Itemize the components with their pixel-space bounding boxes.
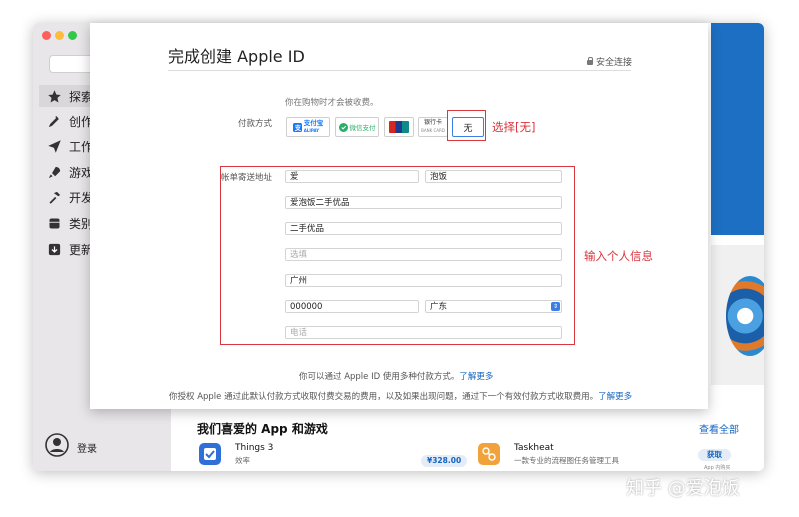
things-app-icon	[199, 443, 221, 465]
alipay-logo: 支 支付宝 ALIPAY	[292, 119, 324, 134]
app-name: Taskheat	[514, 443, 554, 453]
annotation-enter-info: 输入个人信息	[584, 249, 653, 263]
phone-field[interactable]: 电话	[285, 326, 562, 339]
login-button[interactable]: 登录	[45, 433, 97, 461]
page-title: 完成创建 Apple ID	[168, 47, 305, 66]
hammer-icon	[45, 188, 63, 206]
billing-address-label: 帐单寄送地址	[221, 173, 273, 183]
secure-label: 安全连接	[596, 58, 633, 68]
favorites-title: 我们喜爱的 App 和游戏	[197, 422, 328, 436]
list-item[interactable]: Taskheat 一款专业的流程图任务管理工具	[478, 443, 619, 466]
avatar-icon	[45, 433, 69, 461]
rocket-icon	[45, 163, 63, 181]
watermark: 知乎 @爱泡饭	[626, 478, 740, 499]
wechat-pay-icon	[338, 122, 348, 132]
secure-connection: 安全连接	[587, 55, 632, 68]
first-name-field[interactable]: 爱	[285, 170, 419, 183]
list-item[interactable]: Things 3 效率	[199, 443, 273, 466]
alipay-sub: ALIPAY	[303, 128, 320, 133]
price-button[interactable]: ¥328.00	[421, 455, 468, 467]
featured-banner[interactable]	[711, 23, 764, 235]
bank-label: 银行卡	[423, 119, 442, 126]
address-line1-field[interactable]: 爱泡饭二手优品	[285, 196, 562, 209]
bank-sub: BANK CARD	[421, 128, 445, 133]
postcode-field[interactable]: 000000	[285, 300, 419, 313]
province-select[interactable]: 广东 ⇕	[425, 300, 562, 313]
payment-option-alipay[interactable]: 支 支付宝 ALIPAY	[286, 117, 330, 137]
city-field[interactable]: 广州	[285, 274, 562, 287]
unionpay-logo	[389, 121, 409, 133]
payment-method-label: 付款方式	[238, 119, 273, 129]
province-value: 广东	[430, 302, 448, 312]
alipay-label: 支付宝	[303, 119, 324, 127]
authorization-text: 你授权 Apple 通过此默认付款方式收取付费交易的费用，以及如果出现问题，通过…	[169, 391, 639, 403]
in-app-purchase-note: App 内购买	[704, 465, 731, 471]
see-all-link[interactable]: 查看全部	[699, 421, 739, 436]
wechat-label: 微信支付	[349, 124, 376, 132]
payment-option-bank-card[interactable]: 银行卡 BANK CARD	[418, 117, 448, 137]
download-icon	[45, 240, 63, 258]
close-window-button[interactable]	[42, 31, 51, 40]
address-line3-field[interactable]: 选填	[285, 248, 562, 261]
zoom-window-button[interactable]	[68, 31, 77, 40]
learn-more-link-2[interactable]: 了解更多	[598, 392, 632, 402]
category-icon	[45, 214, 63, 232]
chevron-up-down-icon: ⇕	[551, 302, 560, 311]
authorization-info: 你授权 Apple 通过此默认付款方式收取付费交易的费用，以及如果出现问题，通过…	[169, 392, 599, 402]
create-apple-id-sheet: 完成创建 Apple ID 安全连接 你在购物时才会被收费。 付款方式 支 支付…	[90, 23, 708, 409]
divider	[168, 70, 631, 71]
taskheat-app-icon	[478, 443, 500, 465]
svg-text:支: 支	[295, 123, 302, 132]
app-subtitle: 一款专业的流程图任务管理工具	[514, 456, 619, 465]
payment-info-text: 你可以通过 Apple ID 使用多种付款方式。了解更多	[299, 370, 493, 382]
app-subtitle: 效率	[235, 456, 250, 465]
none-highlight-box	[447, 110, 486, 141]
payment-info: 你可以通过 Apple ID 使用多种付款方式。	[299, 372, 460, 382]
login-label: 登录	[77, 443, 97, 455]
payment-option-unionpay[interactable]	[384, 117, 414, 137]
annotation-select-none: 选择[无]	[492, 120, 536, 134]
app-name: Things 3	[235, 443, 274, 453]
minimize-window-button[interactable]	[55, 31, 64, 40]
learn-more-link[interactable]: 了解更多	[459, 372, 493, 382]
payment-option-wechat[interactable]: 微信支付	[335, 117, 379, 137]
lock-icon	[587, 57, 593, 65]
address-line2-field[interactable]: 二手优品	[285, 222, 562, 235]
last-name-field[interactable]: 泡饭	[425, 170, 562, 183]
star-icon	[45, 87, 63, 105]
brush-icon	[45, 112, 63, 130]
paper-plane-icon	[45, 137, 63, 155]
get-button[interactable]: 获取	[698, 449, 731, 461]
charge-hint: 你在购物时才会被收费。	[285, 98, 379, 108]
